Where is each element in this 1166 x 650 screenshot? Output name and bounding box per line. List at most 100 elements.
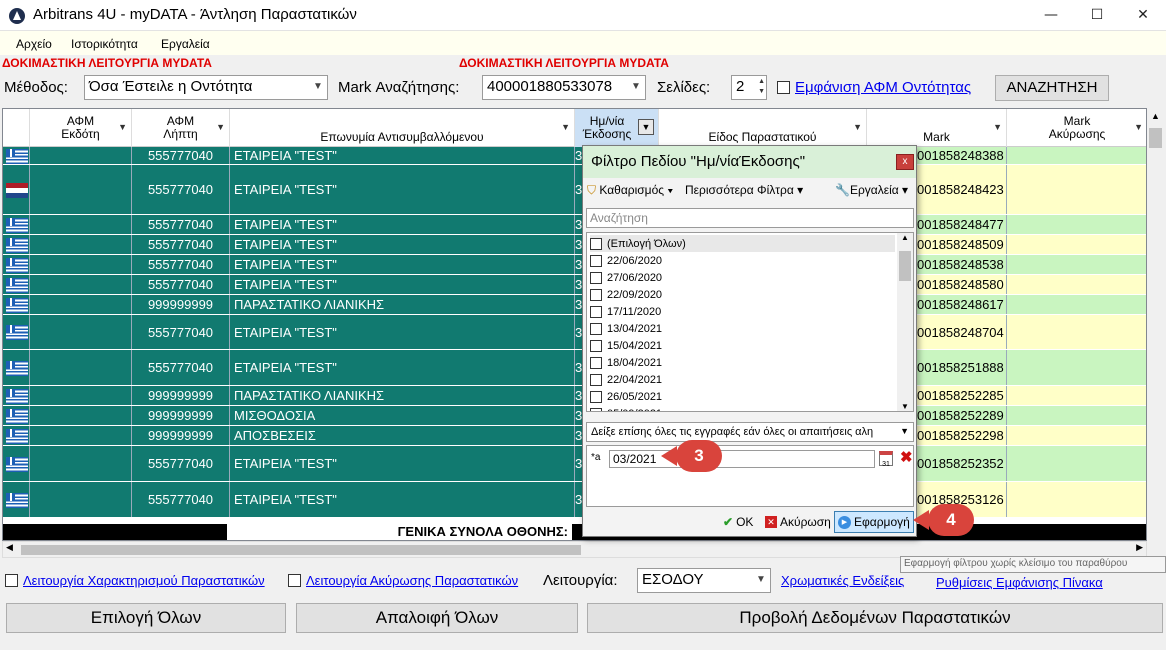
header-issue-date[interactable]: Ημ/νία Έκδοσης ▼: [575, 109, 659, 147]
characterization-link[interactable]: Λειτουργία Χαρακτηρισμού Παραστατικών: [23, 573, 265, 588]
select-cell[interactable]: [3, 482, 30, 517]
filter-value-item[interactable]: 13/04/2021: [590, 320, 895, 337]
cancel-mode-checkbox[interactable]: [288, 574, 301, 587]
value-list-scrollbar[interactable]: ▲ ▼: [897, 233, 913, 411]
filter-value-item[interactable]: 27/06/2020: [590, 269, 895, 286]
show-afm-checkbox[interactable]: [777, 81, 790, 94]
value-checkbox[interactable]: [590, 288, 602, 301]
filter-value-item[interactable]: 05/09/2021: [590, 405, 895, 411]
table-row[interactable]: 999999999 ΠΑΡΑΣΤΑΤΙΚΟ ΛΙΑΝΙΚΗΣ 3 0018582486…: [3, 295, 1146, 315]
value-checkbox[interactable]: [590, 322, 602, 335]
select-cell[interactable]: [3, 350, 30, 385]
method-select[interactable]: Όσα Έστειλε η Οντότητα ▼: [84, 75, 328, 100]
select-cell[interactable]: [3, 275, 30, 294]
value-checkbox[interactable]: [590, 305, 602, 318]
filter-value-item[interactable]: 18/04/2021: [590, 354, 895, 371]
show-afm-link[interactable]: Εμφάνιση ΑΦΜ Οντότητας: [795, 79, 971, 96]
value-checkbox[interactable]: [590, 254, 602, 267]
condition-operator[interactable]: *a: [591, 452, 600, 463]
mark-search-input[interactable]: 400001880533078 ▼: [482, 75, 646, 100]
filter-value-item[interactable]: (Επιλογή Όλων): [590, 235, 895, 252]
condition-value-input[interactable]: 03/2021: [609, 450, 875, 468]
select-cell[interactable]: [3, 426, 30, 445]
select-cell[interactable]: [3, 235, 30, 254]
value-checkbox[interactable]: [590, 339, 602, 352]
filter-value-item[interactable]: 22/06/2020: [590, 252, 895, 269]
select-cell[interactable]: [3, 386, 30, 405]
table-settings-link[interactable]: Ρυθμίσεις Εμφάνισης Πίνακα: [936, 575, 1103, 590]
apply-filter-button[interactable]: ▶ Εφαρμογή: [834, 511, 914, 533]
select-cell[interactable]: [3, 295, 30, 314]
tools-button[interactable]: 🔧Εργαλεία ▾: [835, 183, 908, 197]
table-row[interactable]: 999999999 ΜΙΣΘΟΔΟΣΙΑ 3 001858252289: [3, 406, 1146, 426]
select-cell[interactable]: [3, 165, 30, 214]
maximize-button[interactable]: ☐: [1074, 0, 1120, 31]
select-cell[interactable]: [3, 147, 30, 164]
more-filters-button[interactable]: Περισσότερα Φίλτρα ▾: [685, 183, 803, 197]
table-row[interactable]: 999999999 ΠΑΡΑΣΤΑΤΙΚΟ ΛΙΑΝΙΚΗΣ 3 0018582522…: [3, 386, 1146, 406]
table-row[interactable]: 555777040 ΕΤΑΙΡΕΙΑ "TEST" 3 001858248388: [3, 147, 1146, 165]
vertical-scrollbar[interactable]: ▲: [1147, 108, 1164, 558]
close-icon[interactable]: x: [896, 154, 914, 170]
select-cell[interactable]: [3, 446, 30, 481]
table-row[interactable]: 555777040 ΕΤΑΙΡΕΙΑ "TEST" 3 001858252352: [3, 446, 1146, 482]
filter-value-item[interactable]: 22/04/2021: [590, 371, 895, 388]
table-row[interactable]: 555777040 ΕΤΑΙΡΕΙΑ "TEST" 3 001858248704: [3, 315, 1146, 350]
pages-stepper[interactable]: 2 ▲ ▼: [731, 75, 767, 100]
table-row[interactable]: 555777040 ΕΤΑΙΡΕΙΑ "TEST" 3 001858253126: [3, 482, 1146, 518]
value-checkbox[interactable]: [590, 271, 602, 284]
color-legend-link[interactable]: Χρωματικές Ενδείξεις: [781, 573, 904, 588]
value-checkbox[interactable]: [590, 373, 602, 386]
filter-value-item[interactable]: 22/09/2020: [590, 286, 895, 303]
horizontal-scroll-thumb[interactable]: [21, 545, 581, 555]
table-row[interactable]: 555777040 ΕΤΑΙΡΕΙΑ "TEST" 3 001858248580: [3, 275, 1146, 295]
header-issuer-afm[interactable]: ΑΦΜ Εκδότη ▼: [30, 109, 132, 147]
char-mode-checkbox[interactable]: [5, 574, 18, 587]
filter-value-item[interactable]: 15/04/2021: [590, 337, 895, 354]
filter-value-item[interactable]: 17/11/2020: [590, 303, 895, 320]
filter-search-input[interactable]: Αναζήτηση: [586, 208, 914, 228]
header-mark[interactable]: Mark ▼: [867, 109, 1007, 147]
header-counterparty-name[interactable]: Επωνυμία Αντισυμβαλλόμενου ▼: [230, 109, 575, 147]
vertical-scroll-thumb[interactable]: [1149, 128, 1162, 148]
clear-filter-button[interactable]: ⛉ Καθαρισμός ▾: [587, 183, 673, 198]
table-row[interactable]: 555777040 ΕΤΑΙΡΕΙΑ "TEST" 3 001858248509: [3, 235, 1146, 255]
header-document-type[interactable]: Είδος Παραστατικού ▼: [659, 109, 867, 147]
search-button[interactable]: ΑΝΑΖΗΤΗΣΗ: [995, 75, 1109, 101]
value-checkbox[interactable]: [590, 237, 602, 250]
cancel-filter-button[interactable]: ✕ Ακύρωση: [765, 512, 831, 532]
filter-dropdown-icon[interactable]: ▼: [638, 119, 654, 135]
view-data-button[interactable]: Προβολή Δεδομένων Παραστατικών: [587, 603, 1163, 633]
value-checkbox[interactable]: [590, 390, 602, 403]
select-cell[interactable]: [3, 255, 30, 274]
deselect-all-button[interactable]: Απαλοιφή Όλων: [296, 603, 578, 633]
header-receiver-afm[interactable]: ΑΦΜ Λήπτη ▼: [132, 109, 230, 147]
mark-search-label: Mark Αναζήτησης:: [338, 79, 460, 96]
minimize-button[interactable]: —: [1028, 0, 1074, 31]
close-button[interactable]: ✕: [1120, 0, 1166, 31]
filter-value-item[interactable]: 26/05/2021: [590, 388, 895, 405]
calendar-icon[interactable]: 31: [879, 451, 893, 468]
table-row[interactable]: 555777040 ΕΤΑΙΡΕΙΑ "TEST" 3 001858248423: [3, 165, 1146, 215]
select-cell[interactable]: [3, 215, 30, 234]
cancellation-link[interactable]: Λειτουργία Ακύρωσης Παραστατικών: [306, 573, 518, 588]
cancel-mark-cell: [1007, 426, 1146, 445]
menu-history[interactable]: Ιστορικότητα: [71, 37, 138, 51]
show-all-records-select[interactable]: Δείξε επίσης όλες τις εγγραφές εάν όλες …: [586, 422, 914, 442]
menu-file[interactable]: Αρχείο: [16, 37, 52, 51]
remove-condition-icon[interactable]: ✖: [900, 448, 913, 466]
function-select[interactable]: ΕΣΟΔΟΥ ▼: [637, 568, 771, 593]
select-all-button[interactable]: Επιλογή Όλων: [6, 603, 286, 633]
select-cell[interactable]: [3, 315, 30, 349]
header-cancel-mark[interactable]: Mark Ακύρωσης ▼: [1007, 109, 1146, 147]
value-checkbox[interactable]: [590, 356, 602, 369]
table-row[interactable]: 999999999 ΑΠΟΣΒΕΣΕΙΣ 3 001858252298: [3, 426, 1146, 446]
menu-tools[interactable]: Εργαλεία: [161, 37, 210, 51]
select-cell[interactable]: [3, 406, 30, 425]
table-row[interactable]: 555777040 ΕΤΑΙΡΕΙΑ "TEST" 3 001858251888: [3, 350, 1146, 386]
value-checkbox[interactable]: [590, 407, 602, 411]
table-row[interactable]: 555777040 ΕΤΑΙΡΕΙΑ "TEST" 3 001858248477: [3, 215, 1146, 235]
ok-button[interactable]: ✔ OK: [723, 512, 753, 532]
value-list-scroll-thumb[interactable]: [899, 251, 911, 281]
table-row[interactable]: 555777040 ΕΤΑΙΡΕΙΑ "TEST" 3 001858248538: [3, 255, 1146, 275]
